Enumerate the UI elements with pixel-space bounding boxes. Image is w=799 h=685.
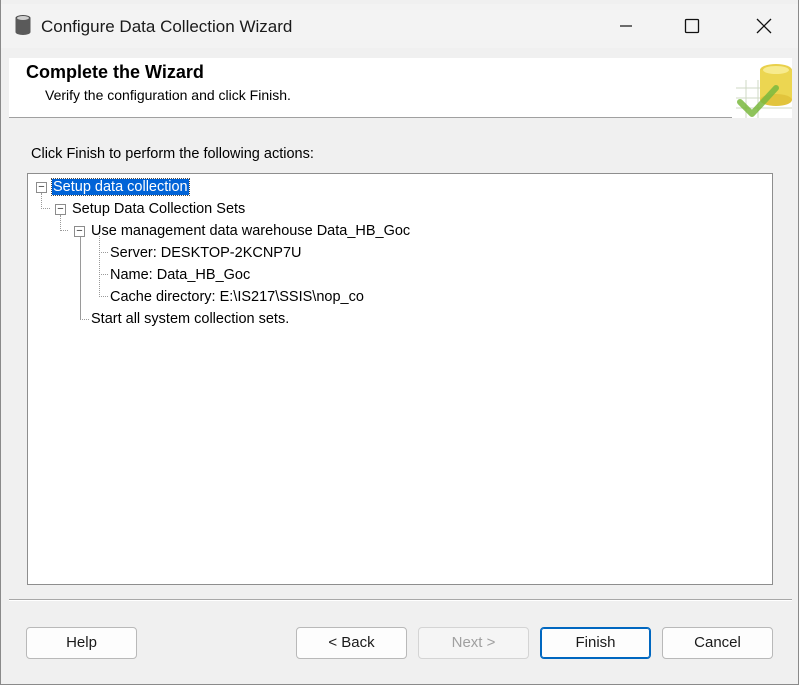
window-title: Configure Data Collection Wizard xyxy=(41,17,293,36)
next-button[interactable]: Next > xyxy=(418,627,529,659)
tree-node-label: Server: DESKTOP-2KCNP7U xyxy=(110,245,302,261)
maximize-icon xyxy=(684,18,700,34)
minimize-icon xyxy=(620,25,632,27)
page-subtitle: Verify the configuration and click Finis… xyxy=(45,87,291,103)
cancel-button[interactable]: Cancel xyxy=(662,627,773,659)
tree-node-label: Name: Data_HB_Goc xyxy=(110,267,251,283)
tree-node-label: Setup data collection xyxy=(51,178,190,196)
tree-connector xyxy=(99,274,108,275)
tree-node-label: Use management data warehouse Data_HB_Go… xyxy=(91,223,411,239)
tree-connector xyxy=(99,296,108,297)
tree-connector xyxy=(60,230,68,231)
tree-node-start[interactable]: Start all system collection sets. xyxy=(90,309,290,329)
page-title: Complete the Wizard xyxy=(26,62,204,82)
tree-node-label: Setup Data Collection Sets xyxy=(72,201,246,217)
tree-node-sets[interactable]: Setup Data Collection Sets xyxy=(71,199,246,219)
tree-connector xyxy=(60,215,61,231)
maximize-button[interactable] xyxy=(669,4,715,48)
tree-node-name[interactable]: Name: Data_HB_Goc xyxy=(109,265,251,285)
help-button[interactable]: Help xyxy=(26,627,137,659)
tree-connector xyxy=(80,237,81,319)
instruction-text: Click Finish to perform the following ac… xyxy=(31,146,314,162)
tree-node-cache[interactable]: Cache directory: E:\IS217\SSIS\nop_co xyxy=(109,287,365,307)
collapse-toggle-sets[interactable]: − xyxy=(55,204,66,215)
tree-connector xyxy=(99,236,100,297)
wizard-header: Complete the Wizard Verify the configura… xyxy=(9,58,792,118)
tree-node-server[interactable]: Server: DESKTOP-2KCNP7U xyxy=(109,243,303,263)
tree-node-root[interactable]: Setup data collection xyxy=(51,177,190,197)
close-button[interactable] xyxy=(741,4,787,48)
title-bar: Configure Data Collection Wizard xyxy=(1,4,798,48)
database-checkmark-icon xyxy=(732,58,792,118)
back-button[interactable]: < Back xyxy=(296,627,407,659)
tree-connector xyxy=(41,193,42,209)
tree-node-warehouse[interactable]: Use management data warehouse Data_HB_Go… xyxy=(90,221,411,241)
tree-node-label: Start all system collection sets. xyxy=(91,311,290,327)
tree-connector xyxy=(41,208,50,209)
close-icon xyxy=(756,18,772,34)
minimize-button[interactable] xyxy=(603,4,649,48)
tree-connector xyxy=(99,252,108,253)
finish-button[interactable]: Finish xyxy=(540,627,651,659)
footer-separator xyxy=(9,599,792,601)
database-icon xyxy=(15,15,31,35)
tree-connector xyxy=(80,319,89,320)
collapse-toggle-warehouse[interactable]: − xyxy=(74,226,85,237)
actions-tree[interactable]: − Setup data collection − Setup Data Col… xyxy=(27,173,773,585)
tree-node-label: Cache directory: E:\IS217\SSIS\nop_co xyxy=(110,289,364,305)
wizard-window: Configure Data Collection Wizard Complet… xyxy=(0,0,799,685)
collapse-toggle-root[interactable]: − xyxy=(36,182,47,193)
